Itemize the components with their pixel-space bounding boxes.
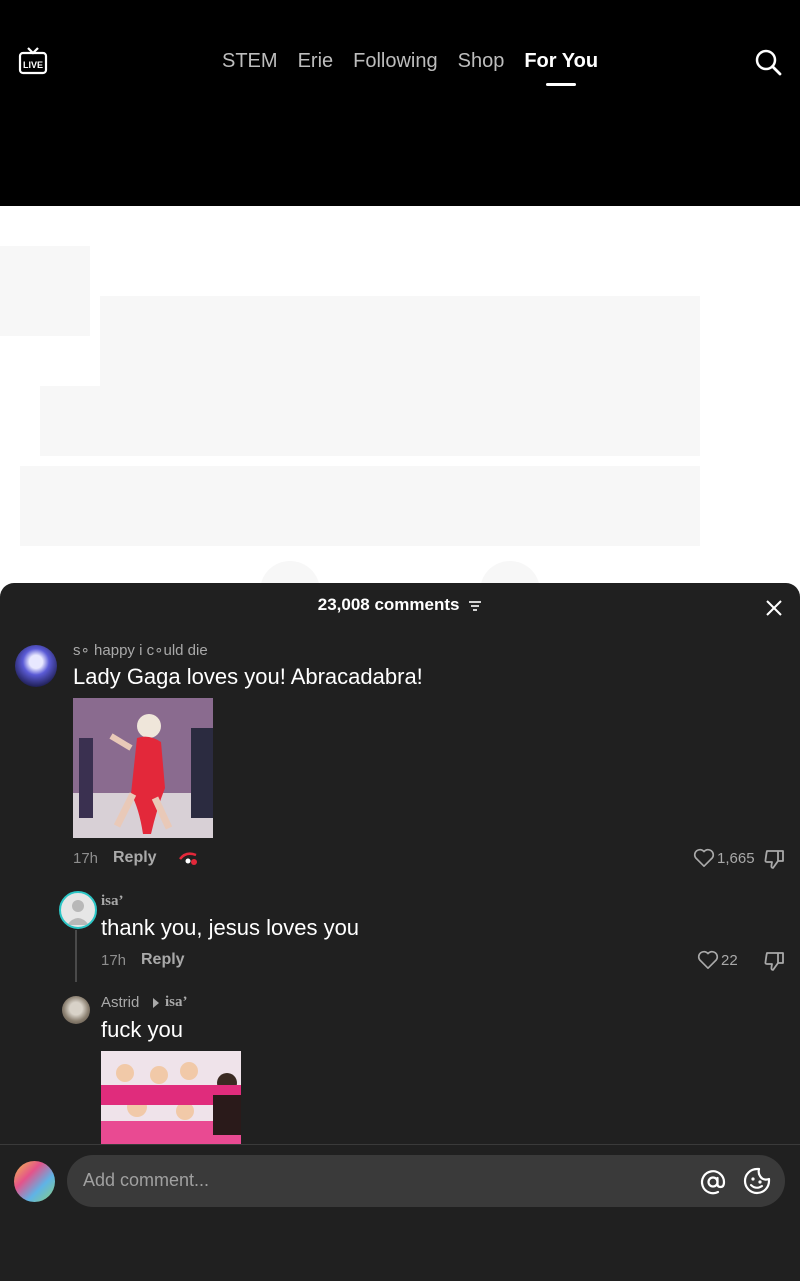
at-mention-icon[interactable] <box>699 1168 727 1196</box>
comment-time: 17h <box>73 850 99 867</box>
avatar[interactable] <box>62 996 90 1024</box>
top-nav-bar: LIVE STEM Erie Following Shop For You <box>0 0 800 206</box>
search-icon[interactable] <box>754 48 782 76</box>
heart-icon <box>693 848 715 867</box>
comment-image[interactable] <box>101 1051 241 1144</box>
comment-input-placeholder: Add comment... <box>83 1170 210 1190</box>
comment-username[interactable]: s∘ happy i c∘uld die <box>73 641 208 659</box>
comment-image[interactable] <box>73 698 213 838</box>
avatar[interactable] <box>15 645 57 687</box>
my-avatar[interactable] <box>14 1161 55 1202</box>
sort-icon[interactable] <box>468 600 482 612</box>
reply-button[interactable]: Reply <box>141 951 185 969</box>
comment-username[interactable]: isa’ <box>101 893 124 910</box>
comments-header[interactable]: 23,008 comments <box>0 595 800 615</box>
like-button[interactable]: 22 <box>697 950 738 970</box>
emoji-icon[interactable] <box>743 1167 771 1195</box>
svg-text:LIVE: LIVE <box>23 60 43 70</box>
heart-icon <box>697 950 719 969</box>
comment-username[interactable]: Astrid <box>101 994 139 1011</box>
reply-arrow-icon <box>153 998 159 1008</box>
like-count: 1,665 <box>717 849 755 867</box>
comment-composer: Add comment... <box>0 1144 800 1281</box>
tab-shop[interactable]: Shop <box>458 48 505 74</box>
creator-liked-icon <box>179 852 197 865</box>
comment-text: fuck you <box>101 1017 183 1042</box>
feed-tabs: STEM Erie Following Shop For You <box>222 48 598 74</box>
tab-for-you[interactable]: For You <box>524 48 598 74</box>
live-tv-icon[interactable]: LIVE <box>18 46 48 76</box>
reply-button[interactable]: Reply <box>113 849 157 867</box>
close-icon[interactable] <box>764 598 784 618</box>
like-count: 22 <box>721 951 738 969</box>
tab-stem[interactable]: STEM <box>222 48 278 74</box>
like-button[interactable]: 1,665 <box>693 848 755 868</box>
dislike-icon[interactable] <box>763 950 785 972</box>
reply-to-username[interactable]: isa’ <box>165 994 188 1011</box>
video-player[interactable] <box>0 206 800 606</box>
thread-line <box>75 930 77 982</box>
dislike-icon[interactable] <box>763 848 785 870</box>
comment-text: thank you, jesus loves you <box>101 915 360 940</box>
comment-time: 17h <box>101 952 127 969</box>
avatar[interactable] <box>59 891 97 929</box>
tab-erie[interactable]: Erie <box>298 48 334 74</box>
comment-input[interactable]: Add comment... <box>67 1155 785 1207</box>
comment-count: 23,008 comments <box>317 595 460 614</box>
tab-following[interactable]: Following <box>353 48 437 74</box>
comment-text: Lady Gaga loves you! Abracadabra! <box>73 664 423 689</box>
